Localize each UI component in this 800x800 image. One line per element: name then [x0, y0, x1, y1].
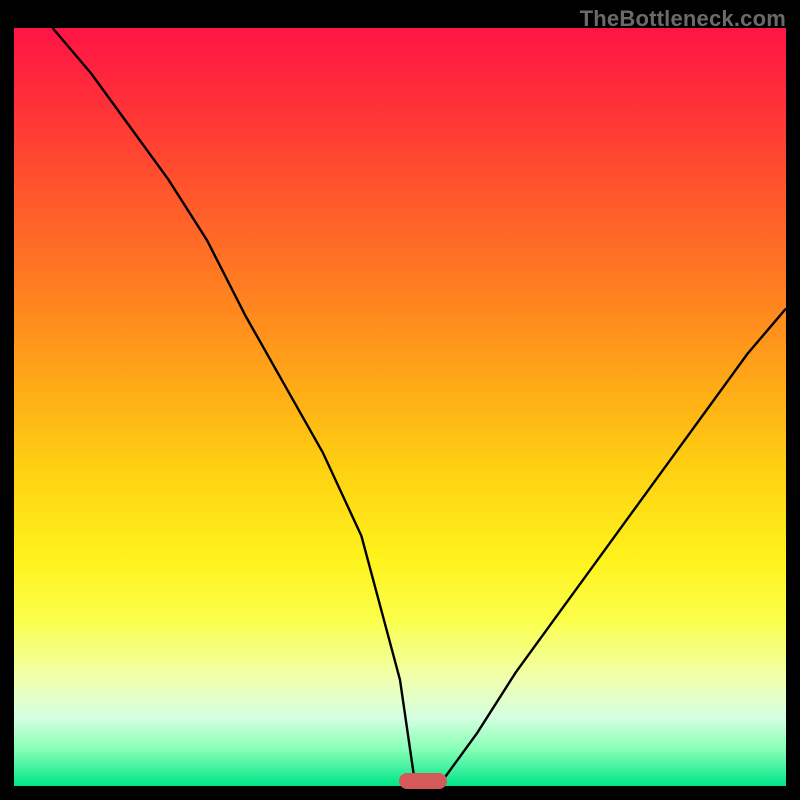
- watermark-text: TheBottleneck.com: [580, 6, 786, 32]
- curve-path: [53, 28, 786, 786]
- optimal-marker: [399, 773, 447, 789]
- chart-area: [14, 28, 786, 786]
- bottleneck-curve: [14, 28, 786, 786]
